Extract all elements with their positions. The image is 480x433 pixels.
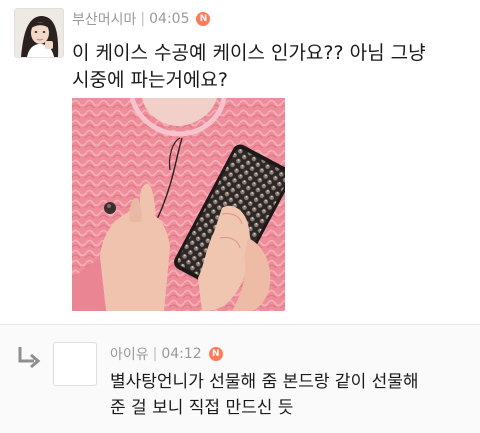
post: 부산머시마 | 04:05 N 이 케이스 수공예 케이스 인가요?? 아님 그… bbox=[0, 0, 480, 322]
photo-image bbox=[72, 98, 285, 311]
comment-author[interactable]: 아이유 bbox=[110, 344, 149, 364]
new-badge-icon: N bbox=[208, 347, 223, 361]
comment-meta: 아이유 | 04:12 N bbox=[110, 344, 223, 364]
post-text-line: 시중에 파는거에요? bbox=[72, 69, 228, 91]
new-badge-icon: N bbox=[196, 12, 211, 26]
meta-separator: | bbox=[152, 346, 158, 362]
meta-separator: | bbox=[140, 11, 146, 27]
attached-photo[interactable] bbox=[72, 98, 285, 311]
post-text: 이 케이스 수공예 케이스 인가요?? 아님 그냥 시중에 파는거에요? bbox=[72, 40, 472, 94]
comment-text-line: 준 걸 보니 직접 만드신 듯 bbox=[110, 398, 294, 418]
comment: 아이유 | 04:12 N 별사탕언니가 선물해 줌 본드랑 같이 선물해 준 … bbox=[0, 325, 480, 433]
comment-time: 04:12 bbox=[161, 346, 202, 362]
post-text-line: 이 케이스 수공예 케이스 인가요?? 아님 그냥 bbox=[72, 42, 426, 64]
avatar-photo bbox=[15, 9, 63, 57]
comment-text-line: 별사탕언니가 선물해 줌 본드랑 같이 선물해 bbox=[110, 372, 419, 392]
post-meta: 부산머시마 | 04:05 N bbox=[72, 9, 211, 29]
comment-text: 별사탕언니가 선물해 줌 본드랑 같이 선물해 준 걸 보니 직접 만드신 듯 bbox=[110, 369, 470, 421]
post-author[interactable]: 부산머시마 bbox=[72, 9, 136, 29]
post-time: 04:05 bbox=[149, 11, 190, 27]
commenter-avatar[interactable] bbox=[53, 342, 97, 386]
author-avatar[interactable] bbox=[14, 8, 64, 58]
reply-arrow-icon bbox=[14, 345, 42, 371]
